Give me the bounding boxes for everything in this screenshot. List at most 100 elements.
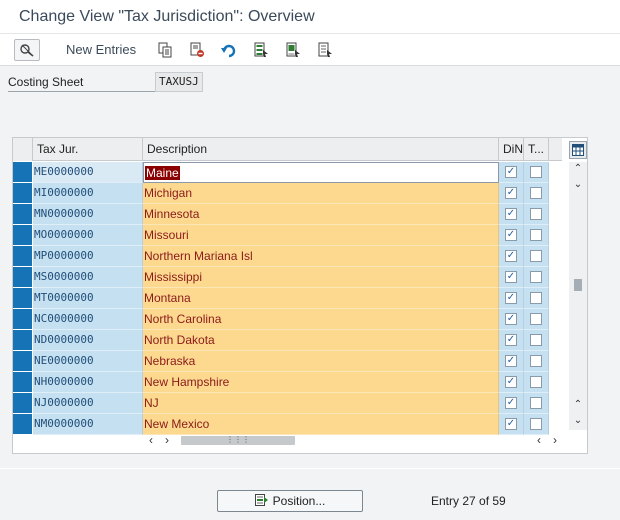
row-selector[interactable] (13, 288, 33, 309)
t-checkbox[interactable] (530, 250, 542, 262)
scroll-left-icon[interactable]: ‹ (143, 433, 159, 447)
table-row[interactable]: NM0000000 New Mexico ✓ (13, 414, 549, 435)
description-cell[interactable]: Mississippi (143, 267, 499, 288)
table-row[interactable]: MS0000000 Mississippi ✓ (13, 267, 549, 288)
row-selector[interactable] (13, 183, 33, 204)
deselect-all-icon[interactable] (312, 39, 338, 61)
table-row[interactable]: MP0000000 Northern Mariana Isl ✓ (13, 246, 549, 267)
row-selector[interactable] (13, 162, 33, 183)
table-row[interactable]: NE0000000 Nebraska ✓ (13, 351, 549, 372)
row-selector[interactable] (13, 267, 33, 288)
position-button[interactable]: Position... (217, 490, 363, 512)
row-selector[interactable] (13, 372, 33, 393)
description-cell[interactable]: New Mexico (143, 414, 499, 435)
din-checkbox[interactable]: ✓ (505, 376, 517, 388)
row-selector[interactable] (13, 225, 33, 246)
column-header-t[interactable]: T... (524, 138, 549, 161)
scroll-left-icon[interactable]: ‹ (531, 433, 547, 447)
t-checkbox[interactable] (530, 376, 542, 388)
row-selector[interactable] (13, 414, 33, 435)
t-checkbox[interactable] (530, 292, 542, 304)
vertical-scroll-thumb[interactable] (574, 279, 582, 291)
din-checkbox[interactable]: ✓ (505, 292, 517, 304)
select-block-icon[interactable] (280, 39, 306, 61)
t-checkbox[interactable] (530, 229, 542, 241)
row-selector[interactable] (13, 204, 33, 225)
t-checkbox[interactable] (530, 187, 542, 199)
description-cell[interactable]: NJ (143, 393, 499, 414)
table-row[interactable]: MN0000000 Minnesota ✓ (13, 204, 549, 225)
horizontal-scrollbar[interactable]: ‹ › ⋮⋮⋮ (143, 433, 499, 447)
din-checkbox[interactable]: ✓ (505, 166, 517, 178)
din-checkbox[interactable]: ✓ (505, 334, 517, 346)
column-header-tax-jur[interactable]: Tax Jur. (33, 138, 143, 161)
description-cell[interactable]: North Carolina (143, 309, 499, 330)
description-text[interactable]: Minnesota (144, 207, 199, 221)
t-checkbox[interactable] (530, 208, 542, 220)
description-text[interactable]: North Dakota (144, 333, 215, 347)
table-row[interactable]: NH0000000 New Hampshire ✓ (13, 372, 549, 393)
din-checkbox[interactable]: ✓ (505, 271, 517, 283)
description-text[interactable]: Michigan (144, 186, 192, 200)
table-row[interactable]: NJ0000000 NJ ✓ (13, 393, 549, 414)
scroll-page-up-icon[interactable]: ⌃ (569, 398, 587, 412)
table-row[interactable]: MO0000000 Missouri ✓ (13, 225, 549, 246)
din-checkbox[interactable]: ✓ (505, 250, 517, 262)
din-checkbox[interactable]: ✓ (505, 187, 517, 199)
din-checkbox[interactable]: ✓ (505, 397, 517, 409)
description-text[interactable]: Northern Mariana Isl (144, 249, 253, 263)
description-text[interactable]: Nebraska (144, 354, 195, 368)
description-cell[interactable]: Northern Mariana Isl (143, 246, 499, 267)
delete-icon[interactable] (184, 39, 210, 61)
description-cell[interactable]: Maine (143, 162, 499, 183)
description-text[interactable]: New Mexico (144, 417, 209, 431)
description-text[interactable]: Mississippi (144, 270, 202, 284)
description-text[interactable]: Montana (144, 291, 191, 305)
t-checkbox[interactable] (530, 355, 542, 367)
description-cell[interactable]: New Hampshire (143, 372, 499, 393)
new-entries-button[interactable]: New Entries (66, 42, 136, 57)
scroll-page-down-icon[interactable]: ⌄ (569, 414, 587, 428)
description-cell[interactable]: Minnesota (143, 204, 499, 225)
undo-icon[interactable] (216, 39, 242, 61)
din-checkbox[interactable]: ✓ (505, 229, 517, 241)
vertical-scrollbar[interactable]: ⌃ ⌄ ⌃ ⌄ (569, 162, 587, 430)
row-selector[interactable] (13, 393, 33, 414)
row-selector[interactable] (13, 309, 33, 330)
copy-icon[interactable] (152, 39, 178, 61)
scroll-right-icon[interactable]: › (159, 433, 175, 447)
scroll-right-icon[interactable]: › (547, 433, 563, 447)
description-cell[interactable]: Missouri (143, 225, 499, 246)
t-checkbox[interactable] (530, 418, 542, 430)
horizontal-scroll-thumb[interactable]: ⋮⋮⋮ (181, 435, 295, 445)
column-header-description[interactable]: Description (143, 138, 499, 161)
din-checkbox[interactable]: ✓ (505, 313, 517, 325)
din-checkbox[interactable]: ✓ (505, 208, 517, 220)
t-checkbox[interactable] (530, 334, 542, 346)
table-row[interactable]: ND0000000 North Dakota ✓ (13, 330, 549, 351)
table-settings-icon[interactable] (569, 141, 587, 159)
t-checkbox[interactable] (530, 397, 542, 409)
scroll-up-icon[interactable]: ⌃ (569, 162, 587, 176)
description-cell[interactable]: Nebraska (143, 351, 499, 372)
row-selector[interactable] (13, 330, 33, 351)
table-row[interactable]: MT0000000 Montana ✓ (13, 288, 549, 309)
din-checkbox[interactable]: ✓ (505, 355, 517, 367)
description-text[interactable]: Maine (145, 166, 180, 180)
scroll-down-icon[interactable]: ⌄ (569, 178, 587, 192)
din-checkbox[interactable]: ✓ (505, 418, 517, 430)
table-row[interactable]: ME0000000 Maine ✓ (13, 162, 549, 183)
table-row[interactable]: MI0000000 Michigan ✓ (13, 183, 549, 204)
horizontal-scrollbar-right[interactable]: ‹ › (531, 433, 567, 447)
description-text[interactable]: NJ (144, 396, 159, 410)
t-checkbox[interactable] (530, 271, 542, 283)
t-checkbox[interactable] (530, 166, 542, 178)
select-all-rows-cell[interactable] (13, 138, 33, 161)
description-cell[interactable]: Montana (143, 288, 499, 309)
column-header-din[interactable]: DiN (499, 138, 524, 161)
row-selector[interactable] (13, 246, 33, 267)
description-cell[interactable]: Michigan (143, 183, 499, 204)
t-checkbox[interactable] (530, 313, 542, 325)
select-all-icon[interactable] (248, 39, 274, 61)
table-row[interactable]: NC0000000 North Carolina ✓ (13, 309, 549, 330)
